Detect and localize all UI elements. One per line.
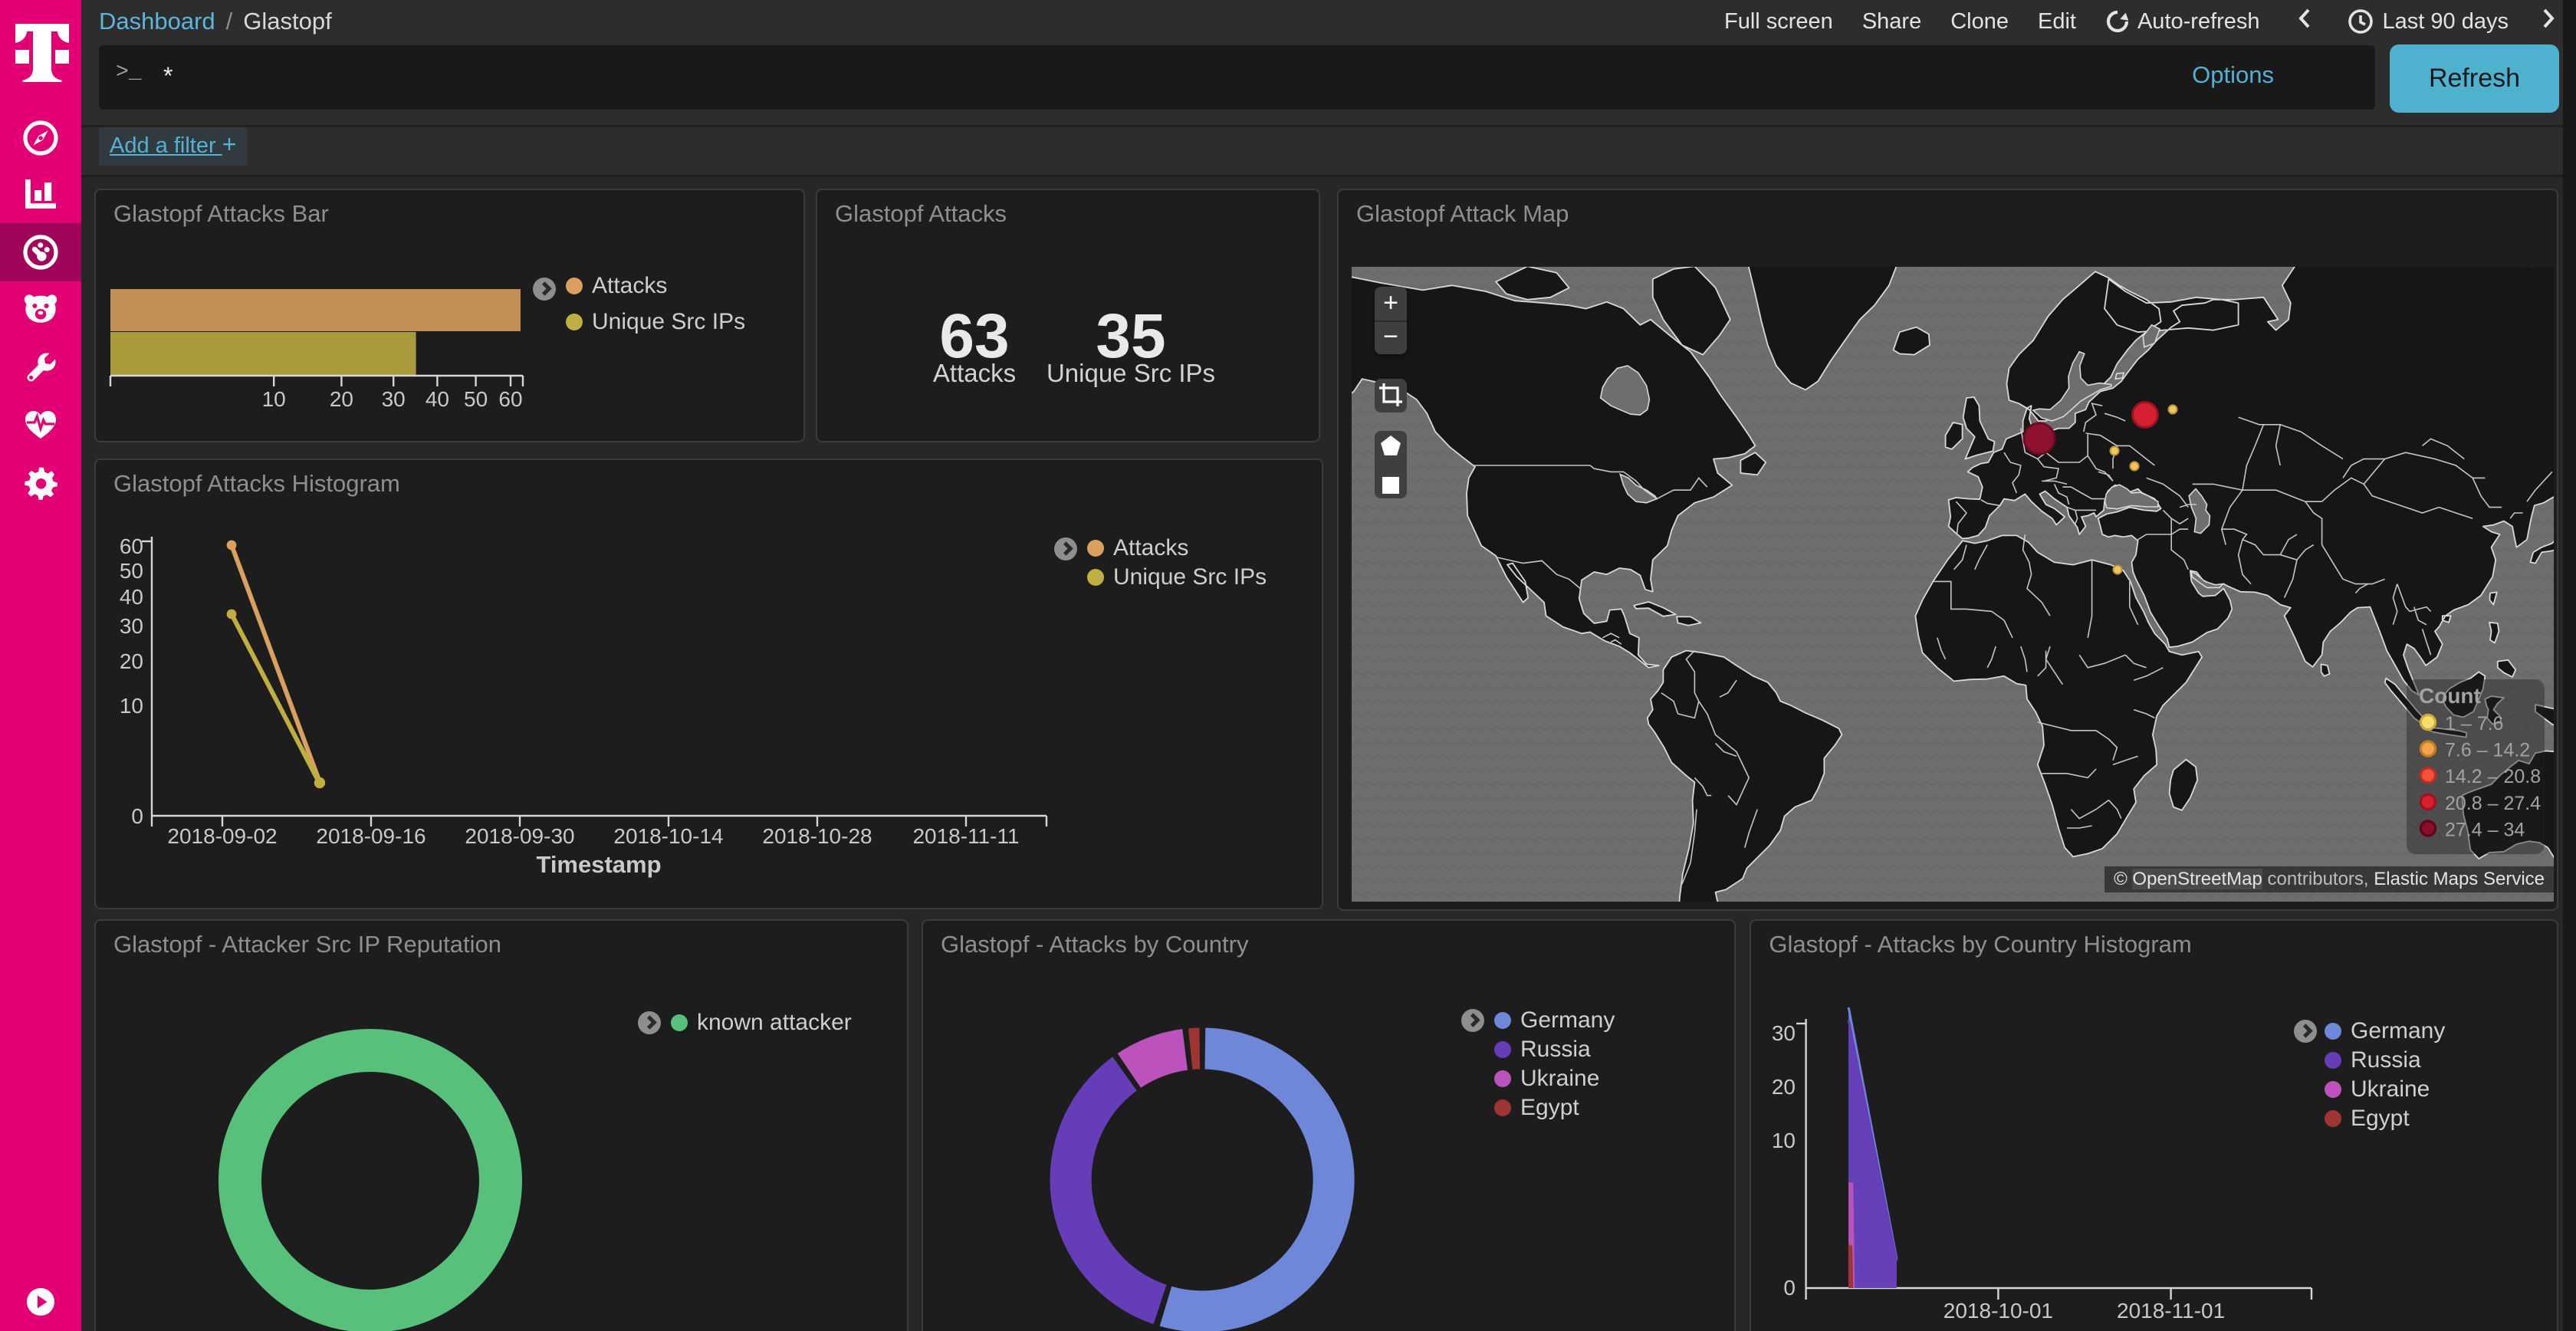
svg-text:60: 60: [120, 534, 143, 558]
svg-text:20.8 – 27.4: 20.8 – 27.4: [2445, 793, 2541, 814]
svg-text:0: 0: [1784, 1276, 1796, 1300]
svg-text:10: 10: [262, 387, 286, 411]
svg-text:2018-09-30: 2018-09-30: [465, 824, 574, 848]
svg-text:20: 20: [120, 649, 143, 673]
svg-text:2018-11-11: 2018-11-11: [912, 824, 1019, 848]
svg-text:2018-11-01: 2018-11-01: [2117, 1299, 2225, 1323]
svg-text:14.2 – 20.8: 14.2 – 20.8: [2445, 766, 2541, 787]
svg-text:7.6 – 14.2: 7.6 – 14.2: [2445, 740, 2530, 761]
svg-text:27.4 – 34: 27.4 – 34: [2445, 819, 2525, 840]
svg-text:30: 30: [382, 387, 406, 411]
svg-text:40: 40: [426, 387, 449, 411]
svg-text:1 – 7.6: 1 – 7.6: [2445, 713, 2503, 735]
svg-text:2018-10-28: 2018-10-28: [762, 824, 872, 848]
svg-text:10: 10: [1772, 1129, 1796, 1152]
svg-text:60: 60: [498, 387, 522, 411]
svg-text:Timestamp: Timestamp: [536, 851, 661, 878]
svg-text:40: 40: [120, 585, 143, 609]
svg-text:20: 20: [330, 387, 353, 411]
svg-text:2018-09-16: 2018-09-16: [316, 824, 426, 848]
svg-text:0: 0: [131, 804, 143, 828]
svg-text:2018-09-02: 2018-09-02: [167, 824, 277, 848]
svg-text:50: 50: [120, 559, 143, 583]
svg-text:10: 10: [120, 694, 143, 718]
svg-text:30: 30: [1772, 1021, 1796, 1045]
svg-text:30: 30: [120, 614, 143, 638]
svg-text:50: 50: [464, 387, 488, 411]
svg-text:2018-10-14: 2018-10-14: [613, 824, 723, 848]
svg-text:2018-10-01: 2018-10-01: [1944, 1299, 2053, 1323]
svg-text:20: 20: [1772, 1075, 1796, 1099]
